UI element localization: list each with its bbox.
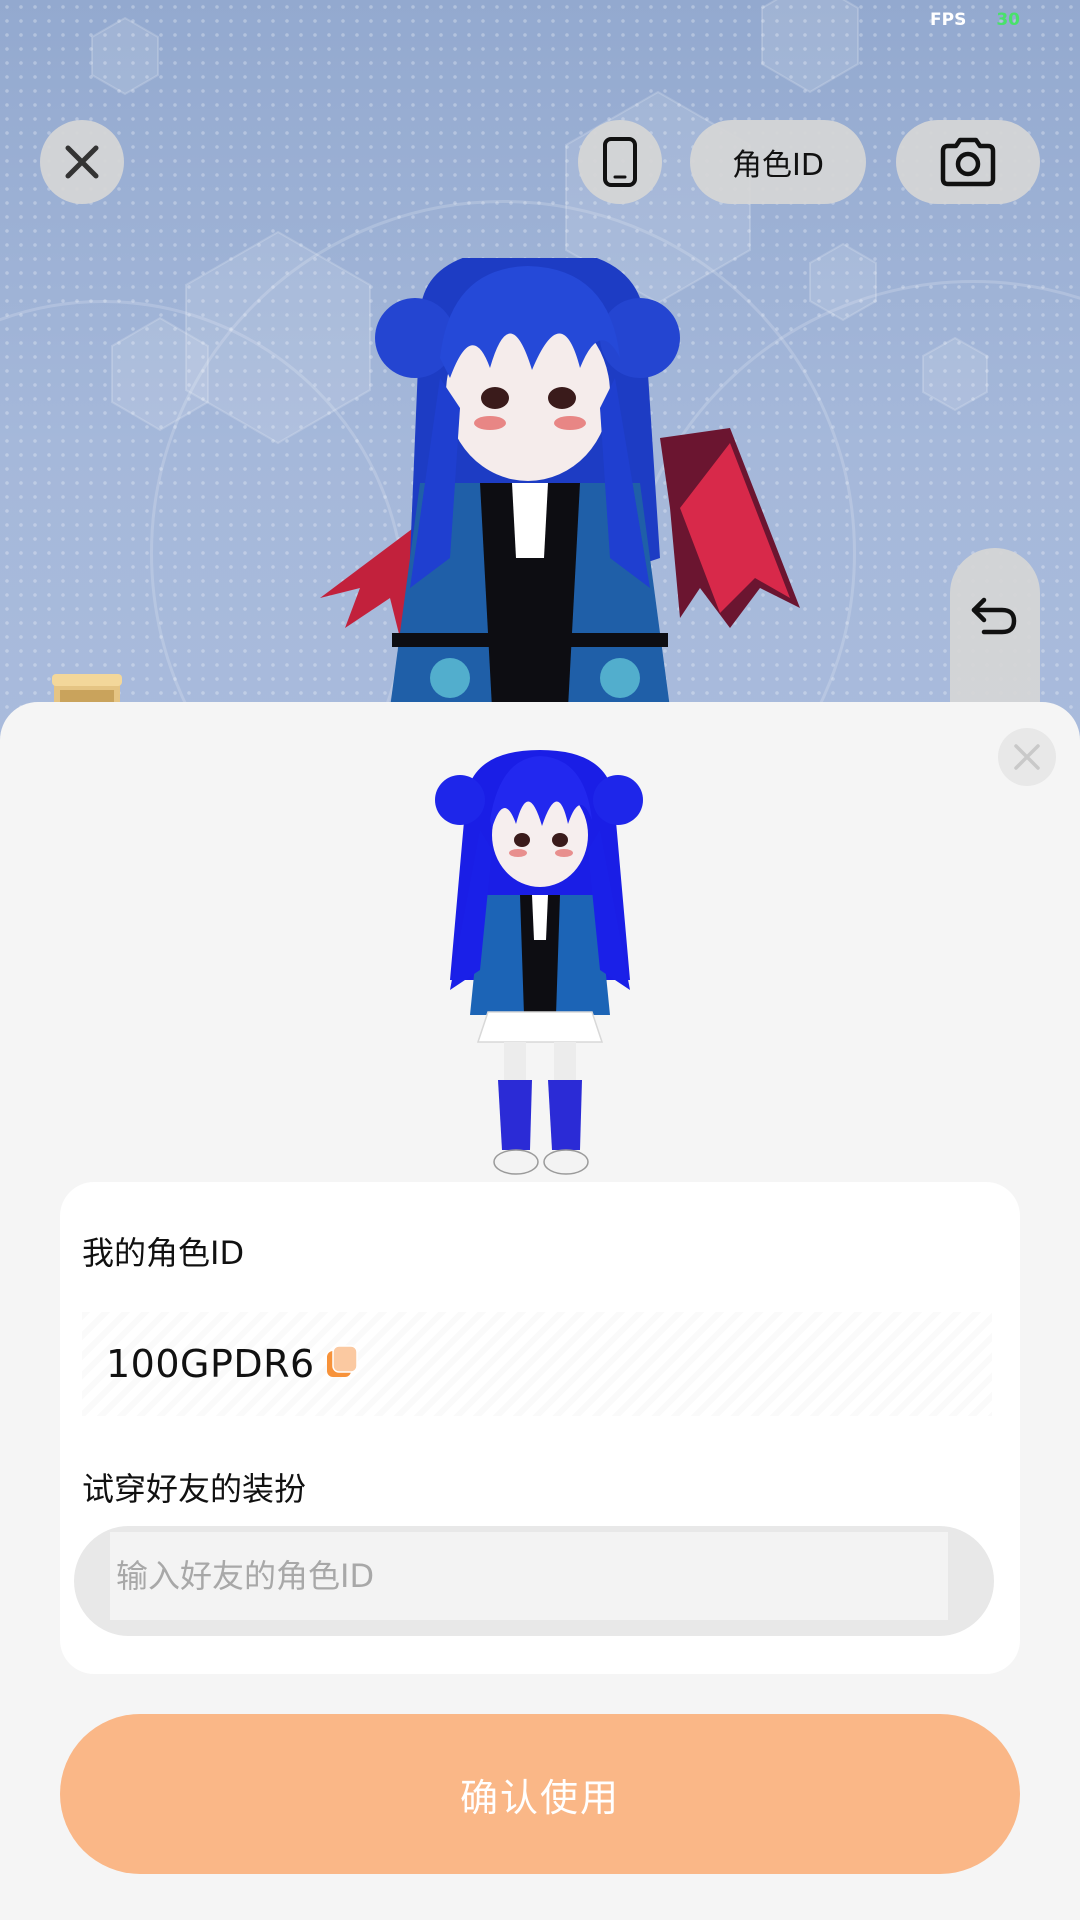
close-button[interactable]	[40, 120, 124, 204]
role-id-card: 我的角色ID 100GPDR6 试穿好友的装扮	[60, 1182, 1020, 1674]
confirm-button[interactable]: 确认使用	[60, 1714, 1020, 1874]
try-on-label: 试穿好友的装扮	[82, 1470, 307, 1508]
copy-icon[interactable]	[325, 1345, 359, 1383]
phone-icon	[603, 137, 637, 187]
phone-view-button[interactable]	[578, 120, 662, 204]
undo-icon	[971, 597, 1017, 635]
avatar-character[interactable]	[300, 258, 820, 708]
role-id-button[interactable]: 角色ID	[690, 120, 866, 204]
sheet-close-button[interactable]	[998, 728, 1056, 786]
friend-id-input-wrapper	[74, 1526, 994, 1636]
fps-value: 30	[996, 10, 1020, 30]
camera-button[interactable]	[896, 120, 1040, 204]
fps-counter: FPS 30	[930, 10, 1020, 30]
close-icon	[1014, 744, 1040, 770]
my-role-id-label: 我的角色ID	[82, 1234, 245, 1272]
fps-label: FPS	[930, 10, 967, 30]
camera-icon	[940, 137, 996, 187]
role-id-button-label: 角色ID	[732, 148, 824, 183]
confirm-button-label: 确认使用	[459, 1775, 620, 1820]
friend-id-input[interactable]	[110, 1532, 948, 1620]
avatar-scene[interactable]: FPS 30 角色ID	[0, 0, 1080, 740]
my-role-id-value: 100GPDR6	[106, 1342, 315, 1386]
avatar-preview	[435, 750, 643, 1175]
my-role-id-row: 100GPDR6	[82, 1312, 992, 1416]
close-icon	[65, 145, 99, 179]
role-id-sheet: 我的角色ID 100GPDR6 试穿好友的装扮 确认使用	[0, 702, 1080, 1920]
